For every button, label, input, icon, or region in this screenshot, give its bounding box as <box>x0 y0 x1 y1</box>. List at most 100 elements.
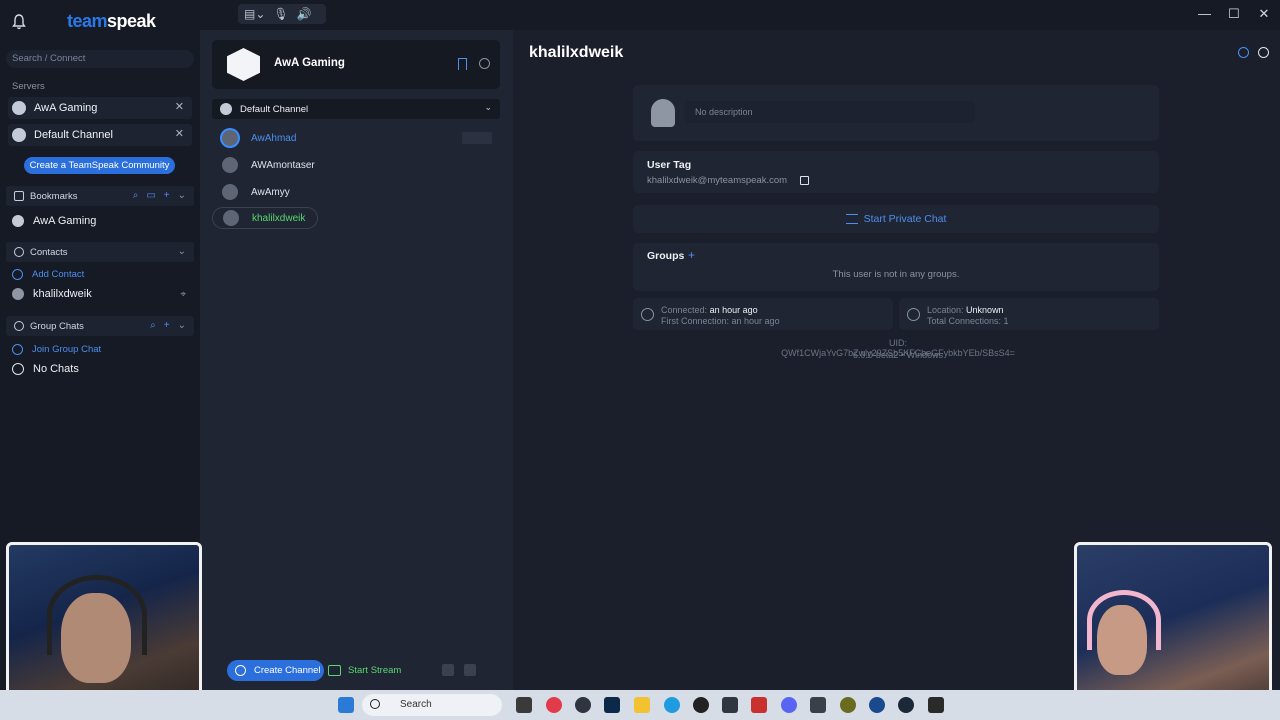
chat-bubble-icon[interactable] <box>479 58 490 69</box>
user-tag-card: User Tag khalilxdweik@myteamspeak.com <box>633 151 1159 193</box>
create-community-button[interactable]: Create a TeamSpeak Community <box>24 157 175 174</box>
opera-icon[interactable] <box>546 697 562 713</box>
bookmarks-title: Bookmarks <box>30 190 78 202</box>
add-group-icon[interactable]: + <box>688 248 695 262</box>
steelseries-icon[interactable] <box>575 697 591 713</box>
screen-share-icon <box>328 665 341 676</box>
pinned-app-icon[interactable] <box>840 697 856 713</box>
headphones-right <box>1087 590 1161 650</box>
user-tag-label: User Tag <box>647 159 692 171</box>
contacts-tools: ⌄ <box>178 246 186 257</box>
copy-icon[interactable] <box>800 176 809 185</box>
total-connections: Total Connections: 1 <box>927 316 1009 326</box>
windows-taskbar: Search <box>0 690 1280 720</box>
discord-icon[interactable] <box>781 697 797 713</box>
server-item-label: AwA Gaming <box>34 102 98 114</box>
start-stream-button[interactable]: Start Stream <box>328 660 401 681</box>
channel-hex-icon <box>220 103 232 115</box>
channel-user-self[interactable]: khalilxdweik <box>212 207 318 229</box>
close-icon[interactable]: ✕ <box>175 100 184 113</box>
folder-icon[interactable]: ▭ <box>146 190 155 201</box>
contact-label: khalilxdweik <box>33 288 92 300</box>
contact-item[interactable]: khalilxdweik ⌖ <box>12 288 186 300</box>
info-icon[interactable] <box>1238 47 1249 58</box>
windows-start-icon[interactable] <box>338 697 354 713</box>
no-chats-label: No Chats <box>33 363 79 375</box>
edge-icon[interactable] <box>664 697 680 713</box>
create-channel-button[interactable]: Create Channel <box>227 660 324 681</box>
server-item-default-channel[interactable]: Default Channel ✕ <box>8 124 192 146</box>
avatar <box>651 99 675 127</box>
obs-icon[interactable] <box>693 697 709 713</box>
channel-name: Default Channel <box>240 103 309 115</box>
bookmark-item[interactable]: AwA Gaming <box>12 215 96 227</box>
search-connect-input[interactable]: Search / Connect <box>6 50 194 68</box>
close-window-button[interactable]: ✕ <box>1258 6 1270 22</box>
search-icon[interactable]: ⌕ <box>150 320 156 331</box>
channel-user[interactable]: AwAmyy <box>212 181 500 203</box>
add-contact-link[interactable]: Add Contact <box>12 269 84 280</box>
country-flag-icon <box>462 132 492 144</box>
channel-user[interactable]: AWAmontaser <box>212 154 500 176</box>
server-card[interactable]: AwA Gaming <box>212 40 500 89</box>
notification-bell-icon[interactable] <box>12 14 26 30</box>
location-pin-icon[interactable]: ⌖ <box>180 289 186 300</box>
minimize-button[interactable]: — <box>1198 6 1211 22</box>
steam-icon[interactable] <box>898 697 914 713</box>
pinned-app-icon[interactable] <box>810 697 826 713</box>
location-value: Unknown <box>966 305 1004 315</box>
avatar <box>222 130 238 146</box>
group-chats-header[interactable]: Group Chats ⌕ + ⌄ <box>6 316 194 336</box>
start-private-chat-button[interactable]: Start Private Chat <box>633 205 1159 233</box>
group-icon <box>14 321 24 331</box>
close-icon[interactable]: ✕ <box>175 127 184 140</box>
description-field[interactable]: No description <box>685 101 975 123</box>
taskbar-search[interactable]: Search <box>362 694 502 716</box>
chevron-down-icon[interactable]: ⌄ <box>178 246 186 257</box>
search-icon[interactable]: ⌕ <box>133 190 139 201</box>
microphone-icon[interactable]: 🎙 <box>273 7 288 21</box>
teamspeak-icon[interactable] <box>869 697 885 713</box>
pinned-app-icon[interactable] <box>516 697 532 713</box>
contacts-title: Contacts <box>30 246 68 258</box>
start-stream-label: Start Stream <box>348 665 402 676</box>
groups-label: Groups <box>647 250 685 262</box>
server-item-awa-gaming[interactable]: AwA Gaming ✕ <box>8 97 192 119</box>
file-explorer-icon[interactable] <box>634 697 650 713</box>
add-circle-icon <box>12 344 23 355</box>
check-circle-icon <box>12 363 24 375</box>
pinned-app-icon[interactable] <box>928 697 944 713</box>
avatar <box>222 157 238 173</box>
connected-label: Connected: <box>661 305 708 315</box>
chevron-down-icon[interactable]: ⌄ <box>484 102 492 113</box>
settings-icon[interactable] <box>464 664 476 676</box>
private-chat-card[interactable]: Start Private Chat <box>633 205 1159 233</box>
davinci-icon[interactable] <box>722 697 738 713</box>
globe-icon <box>907 308 920 321</box>
channel-user[interactable]: AwAhmad <box>212 127 500 149</box>
chevron-down-icon[interactable]: ⌄ <box>178 190 186 201</box>
start-private-chat-label: Start Private Chat <box>863 213 947 225</box>
first-connection: First Connection: an hour ago <box>661 316 780 326</box>
create-channel-label: Create Channel <box>254 665 321 676</box>
bookmarks-header[interactable]: Bookmarks ⌕ ▭ + ⌄ <box>6 186 194 206</box>
contacts-header[interactable]: Contacts ⌄ <box>6 242 194 262</box>
layout-icon[interactable] <box>442 664 454 676</box>
photoshop-icon[interactable] <box>604 697 620 713</box>
speaker-icon[interactable]: 🔊 <box>297 7 312 21</box>
add-icon[interactable]: + <box>164 320 170 331</box>
connected-value: an hour ago <box>709 305 758 315</box>
chat-bubble-icon[interactable] <box>1258 47 1269 58</box>
add-icon[interactable]: + <box>164 190 170 201</box>
pinned-app-icon[interactable] <box>751 697 767 713</box>
bookmark-icon[interactable] <box>458 58 467 70</box>
audio-device-icon[interactable]: ▤⌄ <box>244 7 265 21</box>
chevron-down-icon[interactable]: ⌄ <box>178 320 186 331</box>
channel-bottom-bar: Create Channel Start Stream <box>200 654 513 690</box>
title-bar: teamspeak ▤⌄ 🎙 🔊 — ☐ ✕ <box>0 0 1280 31</box>
join-group-chat-link[interactable]: Join Group Chat <box>12 344 101 355</box>
bookmark-book-icon <box>14 191 24 201</box>
channel-header[interactable]: Default Channel ⌄ <box>212 99 500 119</box>
bookmark-label: AwA Gaming <box>33 215 97 227</box>
maximize-button[interactable]: ☐ <box>1228 6 1240 22</box>
